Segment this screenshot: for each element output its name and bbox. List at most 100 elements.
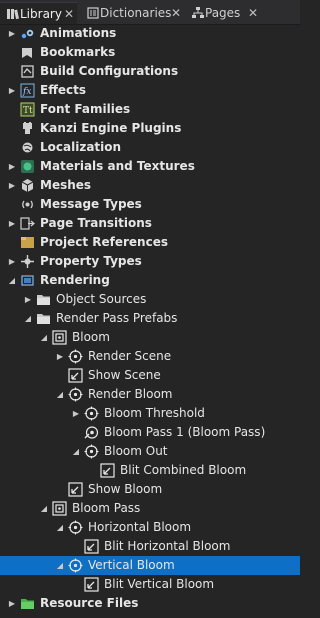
blit-pass-icon [84, 577, 99, 592]
tree-item-label: Bookmarks [40, 45, 116, 59]
dictionaries-icon [86, 2, 100, 24]
collapse-arrow-icon[interactable]: ▶ [23, 290, 33, 309]
tree-item-horizontal-bloom[interactable]: ◢ Horizontal Bloom [0, 518, 300, 537]
tree-item-render-pass-prefabs[interactable]: ◢ Render Pass Prefabs [0, 309, 300, 328]
tree-item-blit-horizontal-bloom[interactable]: Blit Horizontal Bloom [0, 537, 300, 556]
expand-arrow-icon[interactable]: ◢ [71, 442, 81, 461]
tree-item-label: Animations [40, 26, 117, 40]
tree-item-label: Show Scene [88, 368, 161, 382]
close-icon[interactable]: ✕ [64, 3, 74, 25]
tree-item-label: Kanzi Engine Plugins [40, 121, 182, 135]
localization-icon [20, 140, 35, 155]
tree-item-label: Render Scene [88, 349, 172, 363]
tree-item-label: Localization [40, 140, 122, 154]
build-configurations-icon [20, 64, 35, 79]
expand-arrow-icon[interactable]: ◢ [55, 385, 65, 404]
property-types-icon [20, 254, 35, 269]
collapse-arrow-icon[interactable]: ▶ [7, 594, 17, 613]
tree-item-meshes[interactable]: ▶ Meshes [0, 176, 300, 195]
tree-item-bloom-pass-1-bloom-pass[interactable]: Bloom Pass 1 (Bloom Pass) [0, 423, 300, 442]
library-icon [6, 3, 20, 25]
collapse-arrow-icon[interactable]: ▶ [7, 252, 17, 271]
render-pass-icon [68, 349, 83, 364]
tree-item-animations[interactable]: ▶ Animations [0, 24, 300, 43]
tree-item-effects[interactable]: ▶ fx Effects [0, 81, 300, 100]
tree-item-label: Object Sources [56, 292, 147, 306]
collapse-arrow-icon[interactable]: ▶ [7, 157, 17, 176]
render-pass-prefab-icon [52, 330, 67, 345]
tree-item-label: Font Families [40, 102, 131, 116]
tree-item-label: Meshes [40, 178, 92, 192]
blit-pass-icon [68, 368, 83, 383]
tree-item-label: Bloom Pass [72, 501, 141, 515]
expand-arrow-icon[interactable]: ◢ [39, 328, 49, 347]
linked-render-pass-icon [84, 425, 99, 440]
tree-item-label: Vertical Bloom [88, 558, 175, 572]
collapse-arrow-icon[interactable]: ▶ [7, 81, 17, 100]
expand-arrow-icon[interactable]: ◢ [23, 309, 33, 328]
tree-item-render-bloom[interactable]: ◢ Render Bloom [0, 385, 300, 404]
collapse-arrow-icon[interactable]: ▶ [7, 214, 17, 233]
tree-item-label: Materials and Textures [40, 159, 195, 173]
tree-item-bloom-out[interactable]: ◢ Bloom Out [0, 442, 300, 461]
tree-item-font-families[interactable]: Tt Font Families [0, 100, 300, 119]
expand-arrow-icon[interactable]: ◢ [7, 271, 17, 290]
tab-label: Pages [205, 6, 241, 20]
collapse-arrow-icon[interactable]: ▶ [55, 347, 65, 366]
tree-item-show-bloom[interactable]: Show Bloom [0, 480, 300, 499]
tree-item-bloom[interactable]: ◢ Bloom [0, 328, 300, 347]
expand-arrow-icon[interactable]: ◢ [55, 556, 65, 575]
tree-item-blit-combined-bloom[interactable]: Blit Combined Bloom [0, 461, 300, 480]
tree-item-object-sources[interactable]: ▶ Object Sources [0, 290, 300, 309]
close-icon[interactable]: ✕ [248, 2, 258, 24]
tree-item-label: Blit Horizontal Bloom [104, 539, 231, 553]
tree-item-blit-vertical-bloom[interactable]: Blit Vertical Bloom [0, 575, 300, 594]
tree-item-resource-files[interactable]: ▶ Resource Files [0, 594, 300, 613]
render-pass-prefab-icon [52, 501, 67, 516]
tab-pages[interactable]: Pages ✕ [185, 2, 263, 24]
tree-item-property-types[interactable]: ▶ Property Types [0, 252, 300, 271]
collapse-arrow-icon[interactable]: ▶ [7, 176, 17, 195]
meshes-icon [20, 178, 35, 193]
page-transitions-icon [20, 216, 35, 231]
tree-item-label: Show Bloom [88, 482, 163, 496]
tree-item-label: Render Pass Prefabs [56, 311, 178, 325]
tree-item-build-configurations[interactable]: Build Configurations [0, 62, 300, 81]
tree-item-localization[interactable]: Localization [0, 138, 300, 157]
tree-item-project-references[interactable]: Project References [0, 233, 300, 252]
expand-arrow-icon[interactable]: ◢ [55, 518, 65, 537]
tree-item-bloom-threshold[interactable]: ▶ Bloom Threshold [0, 404, 300, 423]
tab-library[interactable]: Library ✕ [0, 2, 77, 24]
pages-icon [191, 2, 205, 24]
tab-dictionaries[interactable]: Dictionaries ✕ [80, 2, 184, 24]
tree-item-materials-and-textures[interactable]: ▶ Materials and Textures [0, 157, 300, 176]
tree-item-label: Property Types [40, 254, 142, 268]
tree-item-label: Bloom [72, 330, 110, 344]
tree-item-label: Resource Files [40, 596, 139, 610]
tree-item-page-transitions[interactable]: ▶ Page Transitions [0, 214, 300, 233]
collapse-arrow-icon[interactable]: ▶ [71, 404, 81, 423]
tree-item-kanzi-engine-plugins[interactable]: Kanzi Engine Plugins [0, 119, 300, 138]
tab-bar: Library ✕ Dictionaries ✕ Pages ✕ [0, 0, 300, 25]
expand-arrow-icon[interactable]: ◢ [39, 499, 49, 518]
collapse-arrow-icon[interactable]: ▶ [7, 24, 17, 43]
svg-text:Tt: Tt [23, 106, 33, 116]
tree-item-rendering[interactable]: ◢ Rendering [0, 271, 300, 290]
tree-item-label: Build Configurations [40, 64, 179, 78]
effects-icon: fx [20, 83, 35, 98]
message-types-icon [20, 197, 35, 212]
tree-item-message-types[interactable]: Message Types [0, 195, 300, 214]
tree-item-label: Rendering [40, 273, 110, 287]
tree-item-render-scene[interactable]: ▶ Render Scene [0, 347, 300, 366]
blit-pass-icon [84, 539, 99, 554]
materials-icon [20, 159, 35, 174]
tree-item-label: Project References [40, 235, 168, 249]
tree-item-show-scene[interactable]: Show Scene [0, 366, 300, 385]
project-references-icon [20, 235, 35, 250]
library-tree: ▶ Animations Bookmarks Build Configurations… [0, 24, 300, 618]
tree-item-vertical-bloom[interactable]: ◢ Vertical Bloom [0, 556, 300, 575]
tree-item-label: Bloom Pass 1 (Bloom Pass) [104, 425, 266, 439]
tree-item-bookmarks[interactable]: Bookmarks [0, 43, 300, 62]
tree-item-bloom-pass[interactable]: ◢ Bloom Pass [0, 499, 300, 518]
close-icon[interactable]: ✕ [171, 2, 181, 24]
